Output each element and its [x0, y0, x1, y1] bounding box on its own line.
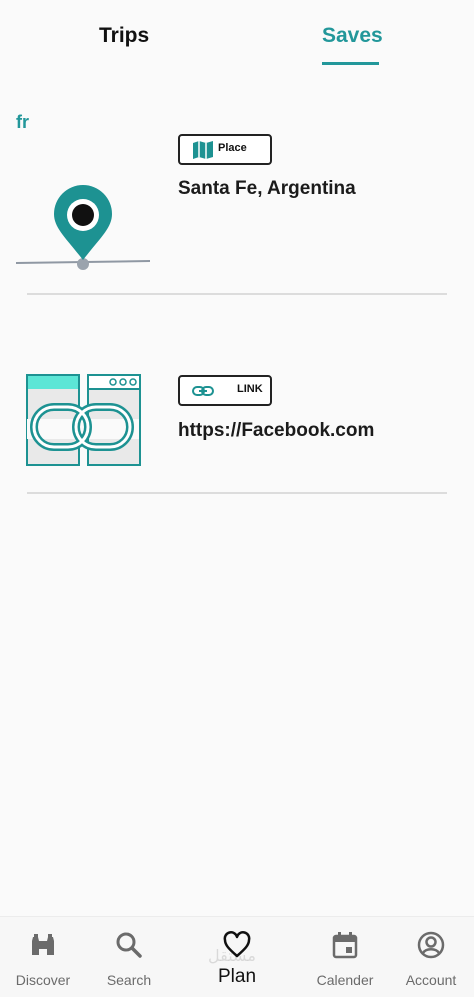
nav-account[interactable]: Account — [386, 917, 474, 997]
binoculars-icon — [32, 934, 54, 955]
item-title[interactable]: Santa Fe, Argentina — [178, 178, 356, 200]
link-icon — [192, 386, 214, 396]
search-icon — [116, 932, 142, 958]
nav-label: Search — [106, 972, 152, 988]
item-type-label: LINK — [237, 383, 263, 395]
item-type-badge: LINK — [178, 375, 272, 406]
nav-label: Plan — [217, 966, 257, 987]
nav-label: Account — [405, 972, 457, 988]
watermark: مستقل — [208, 946, 256, 965]
chain-link-illustration — [26, 374, 141, 466]
saved-item-link[interactable]: LINK https://Facebook.com — [0, 355, 474, 500]
nav-label: Discover — [15, 972, 71, 988]
item-type-badge: Place — [178, 134, 272, 165]
divider — [27, 492, 447, 494]
nav-discover[interactable]: Discover — [0, 917, 88, 997]
divider — [27, 293, 447, 295]
item-title[interactable]: https://Facebook.com — [178, 420, 374, 442]
tab-saves[interactable]: Saves — [322, 24, 383, 48]
nav-calender[interactable]: Calender — [300, 917, 390, 997]
map-icon — [193, 141, 213, 159]
nav-label: Calender — [316, 972, 374, 988]
location-pin-icon — [15, 185, 151, 270]
saved-item-place[interactable]: Place Santa Fe, Argentina — [0, 130, 474, 300]
tab-trips[interactable]: Trips — [99, 24, 149, 48]
calendar-icon — [332, 932, 358, 959]
item-type-label: Place — [218, 142, 247, 154]
top-tabs: Trips Saves — [0, 0, 474, 80]
account-icon — [417, 931, 445, 959]
active-tab-indicator — [322, 62, 379, 65]
nav-search[interactable]: Search — [84, 917, 174, 997]
